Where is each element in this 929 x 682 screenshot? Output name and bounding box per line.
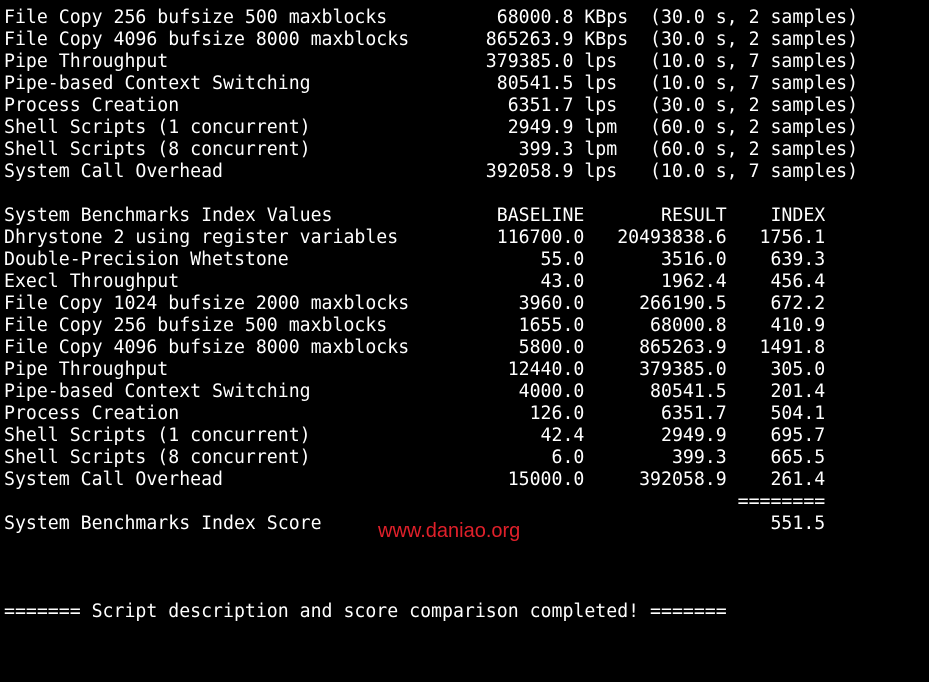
watermark-text: www.daniao.org (378, 520, 521, 542)
index-row: Dhrystone 2 using register variables 116… (4, 227, 826, 248)
index-row: File Copy 4096 bufsize 8000 maxblocks 58… (4, 337, 826, 358)
index-row: Shell Scripts (8 concurrent) 6.0 399.3 6… (4, 447, 826, 468)
index-row: Shell Scripts (1 concurrent) 42.4 2949.9… (4, 425, 826, 446)
terminal-line: Shell Scripts (1 concurrent) 2949.9 lpm … (4, 117, 859, 138)
index-row: Pipe Throughput 12440.0 379385.0 305.0 (4, 359, 826, 380)
index-row: Process Creation 126.0 6351.7 504.1 (4, 403, 826, 424)
score-separator: ======== (4, 491, 826, 512)
terminal-line: System Call Overhead 392058.9 lps (10.0 … (4, 161, 859, 182)
index-row: Pipe-based Context Switching 4000.0 8054… (4, 381, 826, 402)
completion-message: ======= Script description and score com… (4, 601, 727, 622)
index-values-header: System Benchmarks Index Values BASELINE … (4, 205, 826, 226)
terminal-line: Process Creation 6351.7 lps (30.0 s, 2 s… (4, 95, 859, 116)
terminal-output: File Copy 256 bufsize 500 maxblocks 6800… (0, 0, 929, 624)
index-row: File Copy 1024 bufsize 2000 maxblocks 39… (4, 293, 826, 314)
terminal-line: Pipe-based Context Switching 80541.5 lps… (4, 73, 859, 94)
index-row: File Copy 256 bufsize 500 maxblocks 1655… (4, 315, 826, 336)
index-row: Execl Throughput 43.0 1962.4 456.4 (4, 271, 826, 292)
terminal-line: File Copy 4096 bufsize 8000 maxblocks 86… (4, 29, 859, 50)
index-row: Double-Precision Whetstone 55.0 3516.0 6… (4, 249, 826, 270)
terminal-line: File Copy 256 bufsize 500 maxblocks 6800… (4, 7, 859, 28)
index-row: System Call Overhead 15000.0 392058.9 26… (4, 469, 826, 490)
terminal-line: Shell Scripts (8 concurrent) 399.3 lpm (… (4, 139, 859, 160)
terminal-line: Pipe Throughput 379385.0 lps (10.0 s, 7 … (4, 51, 859, 72)
